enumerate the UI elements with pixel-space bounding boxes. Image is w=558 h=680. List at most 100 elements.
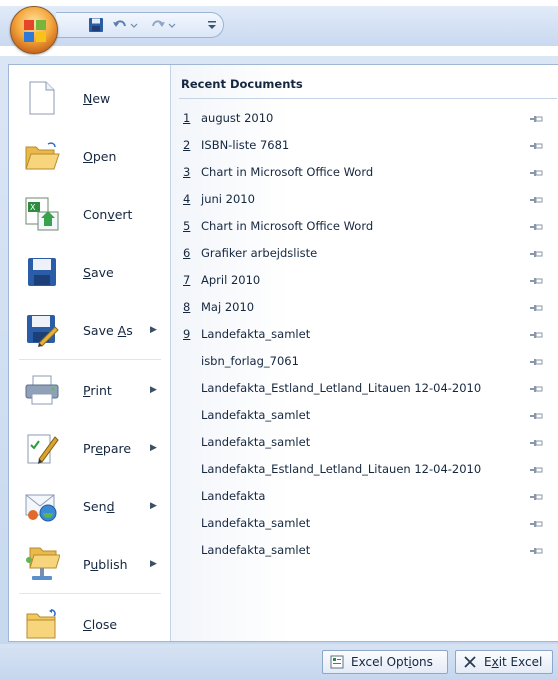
save-button[interactable] <box>86 15 106 35</box>
recent-document-item[interactable]: 7 April 2010 <box>171 267 558 293</box>
recent-document-item[interactable]: isbn_forlag_7061 <box>171 348 558 374</box>
print-label: Print <box>83 382 112 398</box>
recent-document-name: Landefakta_samlet <box>201 516 311 530</box>
close-command[interactable]: Close <box>9 597 171 651</box>
recent-document-item[interactable]: Landefakta_samlet <box>171 402 558 428</box>
pin-icon[interactable] <box>529 437 543 447</box>
pin-icon[interactable] <box>529 383 543 393</box>
pin-icon[interactable] <box>529 518 543 528</box>
recent-document-item[interactable]: Landefakta_Estland_Letland_Litauen 12-04… <box>171 456 558 482</box>
recent-document-number: 1 <box>183 111 191 125</box>
redo-button[interactable] <box>148 15 178 35</box>
pin-icon[interactable] <box>529 464 543 474</box>
prepare-label: Prepare <box>83 440 132 456</box>
recent-documents-header: Recent Documents <box>181 77 303 91</box>
recent-document-number: 9 <box>183 327 191 341</box>
command-divider <box>19 359 161 360</box>
office-button[interactable] <box>10 6 58 54</box>
recent-document-name: Chart in Microsoft Office Word <box>201 219 374 233</box>
recent-document-name: Landefakta_Estland_Letland_Litauen 12-04… <box>201 462 482 476</box>
recent-document-name: April 2010 <box>201 273 261 287</box>
pin-icon[interactable] <box>529 113 543 123</box>
pin-icon[interactable] <box>529 356 543 366</box>
recent-document-number: 8 <box>183 300 191 314</box>
recent-document-name: isbn_forlag_7061 <box>201 354 299 368</box>
exit-excel-label: Exit Excel <box>484 655 543 669</box>
recent-document-name: Chart in Microsoft Office Word <box>201 165 374 179</box>
recent-documents-divider <box>179 98 557 99</box>
pin-icon[interactable] <box>529 140 543 150</box>
pin-icon[interactable] <box>529 248 543 258</box>
recent-document-item[interactable]: Landefakta_Estland_Letland_Litauen 12-04… <box>171 375 558 401</box>
command-divider <box>19 593 161 594</box>
publish-label: Publish <box>83 556 128 572</box>
exit-excel-button[interactable]: Exit Excel <box>455 650 553 674</box>
send-command[interactable]: Send ▶ <box>9 479 171 533</box>
send-submenu-arrow: ▶ <box>150 501 157 511</box>
recent-document-item[interactable]: 4 juni 2010 <box>171 186 558 212</box>
recent-document-item[interactable]: 2 ISBN-liste 7681 <box>171 132 558 158</box>
recent-document-item[interactable]: 6 Grafiker arbejdsliste <box>171 240 558 266</box>
save-as-icon <box>23 311 61 349</box>
excel-options-label: Excel Options <box>351 655 433 669</box>
recent-document-name: Landefakta <box>201 489 266 503</box>
pin-icon[interactable] <box>529 491 543 501</box>
save-as-command[interactable]: Save As ▶ <box>9 303 171 357</box>
recent-document-number: 7 <box>183 273 191 287</box>
recent-document-number: 6 <box>183 246 191 260</box>
print-command[interactable]: Print ▶ <box>9 363 171 417</box>
recent-document-item[interactable]: 3 Chart in Microsoft Office Word <box>171 159 558 185</box>
pin-icon[interactable] <box>529 194 543 204</box>
recent-document-name: Landefakta_samlet <box>201 327 311 341</box>
recent-document-item[interactable]: Landefakta_samlet <box>171 537 558 563</box>
close-folder-icon <box>23 605 61 643</box>
recent-document-name: juni 2010 <box>201 192 255 206</box>
pin-icon[interactable] <box>529 275 543 285</box>
recent-document-item[interactable]: 1 august 2010 <box>171 105 558 131</box>
office-logo-icon <box>24 20 46 42</box>
undo-button[interactable] <box>110 15 140 35</box>
publish-command[interactable]: Publish ▶ <box>9 537 171 591</box>
recent-document-item[interactable]: Landefakta <box>171 483 558 509</box>
pin-icon[interactable] <box>529 302 543 312</box>
recent-document-name: Maj 2010 <box>201 300 255 314</box>
undo-icon <box>113 20 138 28</box>
publish-icon <box>23 545 61 583</box>
quick-access-capsule <box>56 12 224 38</box>
excel-options-button[interactable]: Excel Options <box>322 650 448 674</box>
save-command[interactable]: Save <box>9 245 171 299</box>
close-label: Close <box>83 616 118 632</box>
convert-label: Convert <box>83 206 133 222</box>
pin-icon[interactable] <box>529 329 543 339</box>
recent-document-name: ISBN-liste 7681 <box>201 138 290 152</box>
prepare-submenu-arrow: ▶ <box>150 443 157 453</box>
convert-command[interactable]: X Convert <box>9 187 171 241</box>
recent-document-number: 4 <box>183 192 191 206</box>
recent-document-number: 2 <box>183 138 191 152</box>
recent-document-item[interactable]: Landefakta_samlet <box>171 510 558 536</box>
recent-document-item[interactable]: 9 Landefakta_samlet <box>171 321 558 347</box>
customize-toolbar-button[interactable] <box>204 15 220 35</box>
pin-icon[interactable] <box>529 167 543 177</box>
recent-document-number: 5 <box>183 219 191 233</box>
save-as-submenu-arrow: ▶ <box>150 325 157 335</box>
pin-icon[interactable] <box>529 545 543 555</box>
new-command[interactable]: New <box>9 71 171 125</box>
office-menu-body: New Open X Convert Save Save As ▶ Print … <box>8 64 558 642</box>
open-command[interactable]: Open <box>9 129 171 183</box>
recent-documents-panel: Recent Documents 1 august 2010 2 ISBN-liste… <box>171 65 558 641</box>
send-icon <box>23 487 61 525</box>
prepare-command[interactable]: Prepare ▶ <box>9 421 171 475</box>
pin-icon[interactable] <box>529 410 543 420</box>
open-folder-icon <box>23 137 61 175</box>
quick-access-toolbar <box>0 0 558 46</box>
recent-document-item[interactable]: 8 Maj 2010 <box>171 294 558 320</box>
recent-document-item[interactable]: 5 Chart in Microsoft Office Word <box>171 213 558 239</box>
recent-document-item[interactable]: Landefakta_samlet <box>171 429 558 455</box>
new-document-icon <box>23 79 61 117</box>
convert-icon: X <box>23 195 61 233</box>
redo-icon <box>152 20 176 28</box>
recent-document-name: Landefakta_samlet <box>201 543 311 557</box>
new-label: New <box>83 90 111 106</box>
pin-icon[interactable] <box>529 221 543 231</box>
